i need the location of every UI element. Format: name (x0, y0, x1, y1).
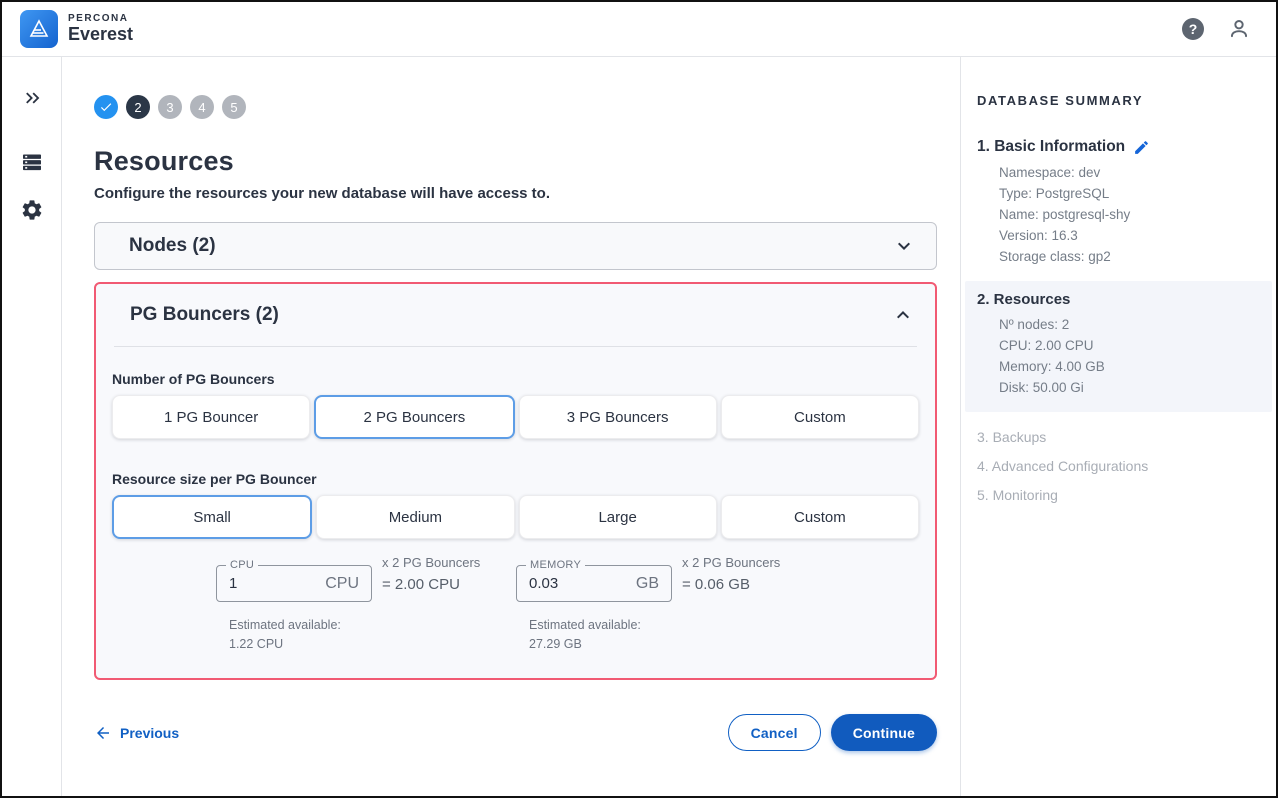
size-option-medium[interactable]: Medium (316, 495, 514, 539)
size-option-small-selected[interactable]: Small (112, 495, 312, 539)
memory-unit-suffix: GB (636, 575, 659, 593)
cpu-input-group: CPU CPU Estimated available: 1.22 CPU x … (216, 565, 516, 654)
cpu-total: = 2.00 CPU (382, 576, 480, 593)
memory-input-box: MEMORY GB (516, 565, 672, 602)
step-1-completed[interactable] (94, 95, 118, 119)
pencil-edit-icon[interactable] (1133, 139, 1150, 156)
previous-label: Previous (120, 725, 179, 741)
nodes-accordion-title: Nodes (2) (129, 235, 216, 257)
pg-bouncer-count-label: Number of PG Bouncers (112, 371, 919, 387)
memory-estimate-value: 27.29 GB (529, 635, 672, 654)
check-icon (99, 100, 113, 114)
topbar-actions: ? (1182, 16, 1252, 42)
cancel-button[interactable]: Cancel (728, 714, 821, 751)
continue-button[interactable]: Continue (831, 714, 937, 751)
basic-info-heading: 1. Basic Information (977, 138, 1125, 156)
cpu-calc: x 2 PG Bouncers = 2.00 CPU (382, 555, 480, 593)
memory-calc: x 2 PG Bouncers = 0.06 GB (682, 555, 780, 593)
memory-total: = 0.06 GB (682, 576, 780, 593)
summary-item-disk: Disk: 50.00 Gi (999, 377, 1260, 398)
expand-sidebar-icon[interactable] (15, 81, 49, 115)
summary-item-name: Name: postgresql-shy (999, 204, 1260, 225)
settings-gear-icon[interactable] (15, 193, 49, 227)
brand-logo-block[interactable]: PERCONA Everest (20, 10, 133, 48)
cpu-estimate: Estimated available: 1.22 CPU (216, 616, 372, 654)
summary-item-cpu: CPU: 2.00 CPU (999, 335, 1260, 356)
top-header: PERCONA Everest ? (2, 2, 1276, 57)
size-option-custom[interactable]: Custom (721, 495, 919, 539)
cpu-estimate-value: 1.22 CPU (229, 635, 372, 654)
memory-input-label: MEMORY (526, 559, 585, 571)
brand-everest: Everest (68, 25, 133, 44)
size-option-large[interactable]: Large (519, 495, 717, 539)
previous-button[interactable]: Previous (94, 724, 179, 742)
memory-input-group: MEMORY GB Estimated available: 27.29 GB … (516, 565, 816, 654)
summary-section-monitoring: 5. Monitoring (977, 484, 1260, 506)
summary-item-memory: Memory: 4.00 GB (999, 356, 1260, 377)
summary-section-advanced-configurations: 4. Advanced Configurations (977, 455, 1260, 477)
summary-section-backups: 3. Backups (977, 426, 1260, 448)
summary-item-nodes: Nº nodes: 2 (999, 314, 1260, 335)
summary-resources-highlighted: 2. Resources Nº nodes: 2 CPU: 2.00 CPU M… (965, 281, 1272, 412)
cpu-unit-suffix: CPU (325, 575, 359, 593)
step-5[interactable]: 5 (222, 95, 246, 119)
cpu-input-box: CPU CPU (216, 565, 372, 602)
cpu-input[interactable] (229, 575, 309, 592)
brand-text: PERCONA Everest (68, 14, 133, 43)
basic-info-items: Namespace: dev Type: PostgreSQL Name: po… (977, 162, 1260, 267)
wizard-footer: Previous Cancel Continue (94, 714, 937, 751)
step-2-active[interactable]: 2 (126, 95, 150, 119)
pg-bouncers-title: PG Bouncers (2) (130, 304, 279, 326)
resource-size-group: Small Medium Large Custom (112, 495, 919, 539)
wizard-main: 2 3 4 5 Resources Configure the resource… (62, 57, 960, 796)
database-summary-panel: DATABASE SUMMARY 1. Basic Information Na… (960, 57, 1276, 796)
section-divider (114, 346, 917, 347)
count-option-1[interactable]: 1 PG Bouncer (112, 395, 310, 439)
cpu-multiplier: x 2 PG Bouncers (382, 555, 480, 570)
resource-size-label: Resource size per PG Bouncer (112, 471, 919, 487)
databases-nav-icon[interactable] (15, 145, 49, 179)
page-subtitle: Configure the resources your new databas… (94, 185, 937, 202)
summary-disabled-sections: 3. Backups 4. Advanced Configurations 5.… (977, 426, 1260, 506)
arrow-left-icon (94, 724, 112, 742)
pg-bouncer-count-group: 1 PG Bouncer 2 PG Bouncers 3 PG Bouncers… (112, 395, 919, 439)
account-icon[interactable] (1226, 16, 1252, 42)
pg-bouncers-section: PG Bouncers (2) Number of PG Bouncers 1 … (94, 282, 937, 680)
summary-basic-information: 1. Basic Information Namespace: dev Type… (977, 138, 1260, 267)
count-option-custom[interactable]: Custom (721, 395, 919, 439)
memory-estimate-caption: Estimated available: (529, 616, 672, 635)
memory-input[interactable] (529, 575, 609, 592)
chevron-down-icon (892, 234, 916, 258)
step-3[interactable]: 3 (158, 95, 182, 119)
summary-item-storage-class: Storage class: gp2 (999, 246, 1260, 267)
cpu-estimate-caption: Estimated available: (229, 616, 372, 635)
summary-title: DATABASE SUMMARY (977, 93, 1260, 108)
count-option-3[interactable]: 3 PG Bouncers (519, 395, 717, 439)
summary-item-namespace: Namespace: dev (999, 162, 1260, 183)
count-option-2-selected[interactable]: 2 PG Bouncers (314, 395, 514, 439)
resources-items: Nº nodes: 2 CPU: 2.00 CPU Memory: 4.00 G… (977, 314, 1260, 398)
nodes-accordion-header[interactable]: Nodes (2) (94, 222, 937, 270)
pg-bouncers-accordion-header[interactable]: PG Bouncers (2) (112, 284, 919, 346)
app-window: PERCONA Everest ? (0, 0, 1278, 798)
summary-item-type: Type: PostgreSQL (999, 183, 1260, 204)
memory-multiplier: x 2 PG Bouncers (682, 555, 780, 570)
wizard-stepper: 2 3 4 5 (94, 95, 937, 119)
page-title: Resources (94, 146, 937, 177)
resource-inputs-row: CPU CPU Estimated available: 1.22 CPU x … (112, 565, 919, 654)
memory-estimate: Estimated available: 27.29 GB (516, 616, 672, 654)
step-4[interactable]: 4 (190, 95, 214, 119)
everest-logo-icon (20, 10, 58, 48)
chevron-up-icon (891, 303, 915, 327)
resources-heading: 2. Resources (977, 291, 1070, 308)
summary-item-version: Version: 16.3 (999, 225, 1260, 246)
footer-actions: Cancel Continue (728, 714, 937, 751)
left-nav-rail (2, 57, 62, 796)
help-icon[interactable]: ? (1182, 18, 1204, 40)
cpu-input-label: CPU (226, 559, 258, 571)
